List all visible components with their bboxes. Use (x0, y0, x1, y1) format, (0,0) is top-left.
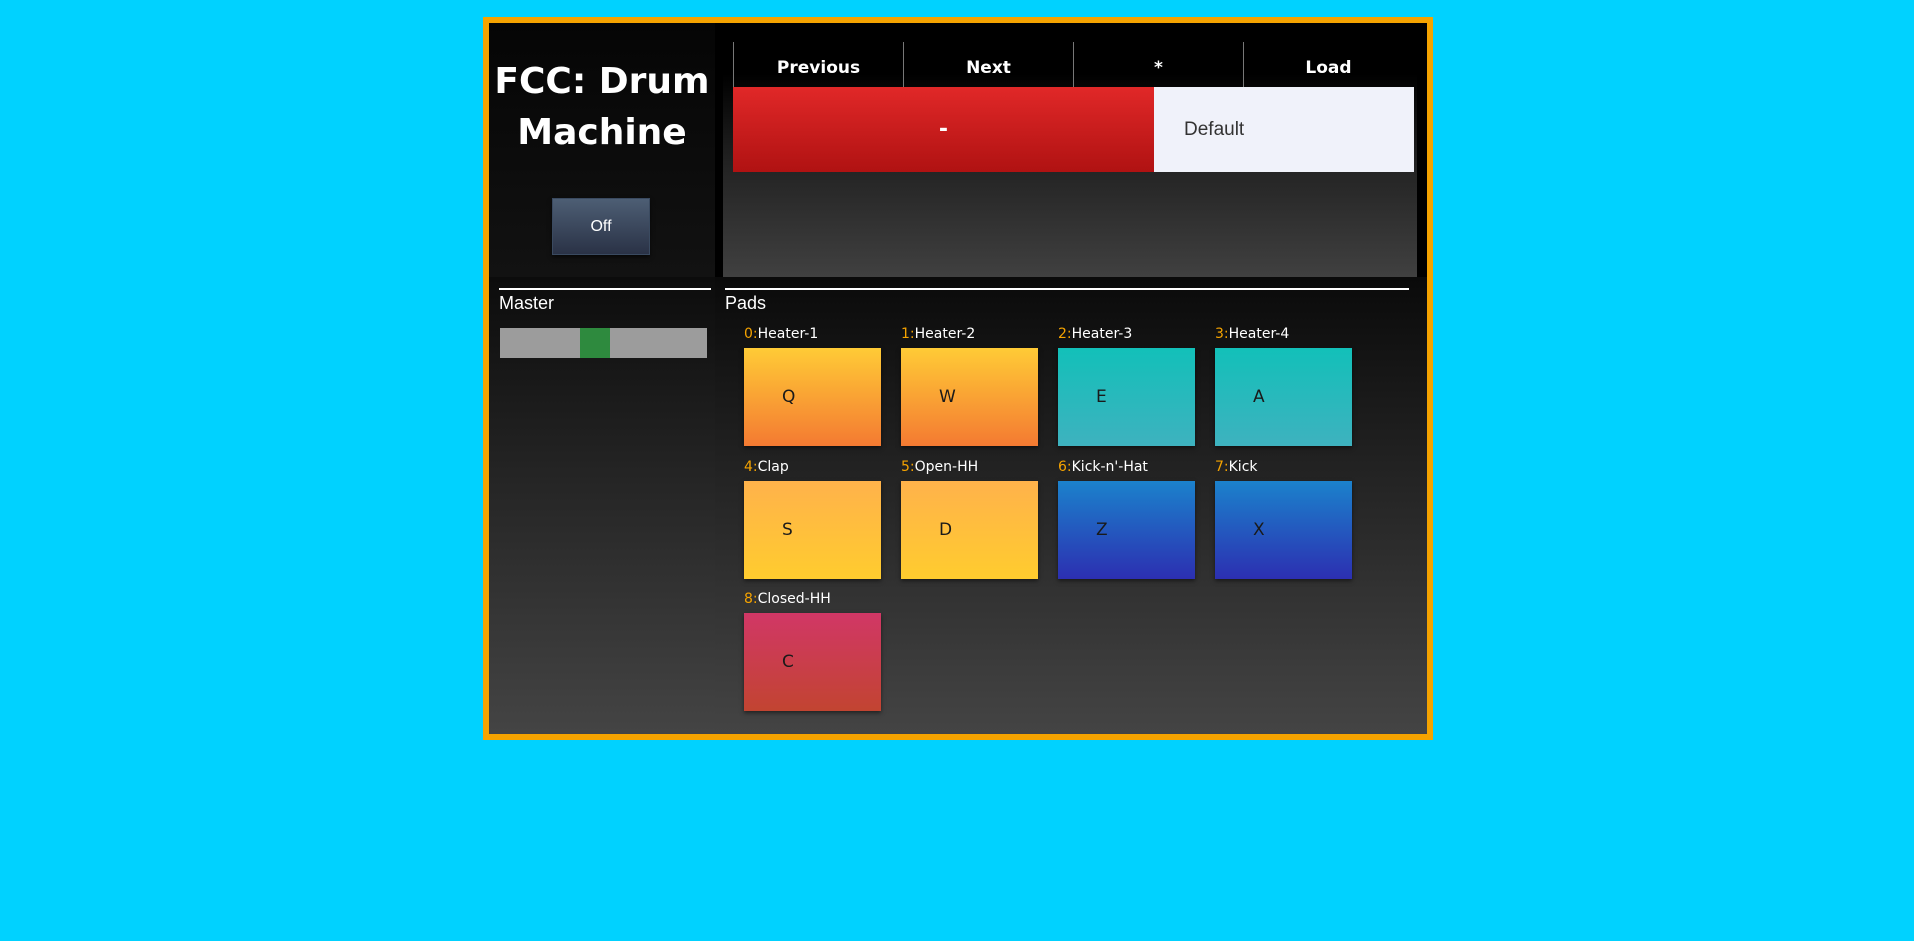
pad-cell: 6:Kick-n'-Hat Z (1058, 459, 1195, 579)
pad-cell: 7:Kick X (1215, 459, 1352, 579)
next-button[interactable]: Next (903, 42, 1073, 87)
kit-name-display: Default (1154, 87, 1414, 172)
pad-index: 3: (1215, 326, 1229, 342)
pad-name: Kick-n'-Hat (1071, 459, 1148, 475)
drum-machine-app: FCC: Drum Machine Off Master Previous Ne… (483, 17, 1433, 740)
load-button[interactable]: Load (1243, 42, 1413, 87)
pad-cell: 8:Closed-HH C (744, 591, 881, 711)
pad-key: Z (1096, 520, 1108, 540)
previous-button[interactable]: Previous (733, 42, 903, 87)
pad-key: Q (782, 387, 796, 407)
pad-index: 7: (1215, 459, 1229, 475)
master-volume-thumb[interactable] (580, 328, 610, 358)
pad-cell: 5:Open-HH D (901, 459, 1038, 579)
master-label: Master (499, 293, 555, 313)
pad-caption: 7:Kick (1215, 459, 1352, 479)
app-title: FCC: Drum Machine (494, 61, 710, 153)
pad-key: W (939, 387, 956, 407)
pad-key: E (1096, 387, 1107, 407)
pad-caption: 5:Open-HH (901, 459, 1038, 479)
drum-pad-x[interactable]: X (1215, 481, 1352, 579)
pads-panel: Pads 0:Heater-1 Q 1:Heater-2 W 2:Heater-… (715, 277, 1427, 734)
pad-caption: 1:Heater-2 (901, 326, 1038, 346)
pad-caption: 6:Kick-n'-Hat (1058, 459, 1195, 479)
pad-key: A (1253, 387, 1265, 407)
kit-panel: Previous Next * Load - Default (723, 23, 1417, 277)
pad-key: D (939, 520, 953, 540)
drum-pad-c[interactable]: C (744, 613, 881, 711)
pad-key: X (1253, 520, 1265, 540)
drum-pad-w[interactable]: W (901, 348, 1038, 446)
pad-cell: 4:Clap S (744, 459, 881, 579)
master-panel: Master (489, 277, 715, 734)
pad-index: 6: (1058, 459, 1072, 475)
pad-name: Kick (1228, 459, 1258, 475)
star-button[interactable]: * (1073, 42, 1243, 87)
pad-index: 4: (744, 459, 758, 475)
title-panel: FCC: Drum Machine Off (489, 23, 715, 277)
pad-cell: 2:Heater-3 E (1058, 326, 1195, 446)
pad-name: Clap (757, 459, 789, 475)
pad-name: Closed-HH (757, 591, 831, 607)
pad-index: 5: (901, 459, 915, 475)
kit-row: - Default (733, 87, 1414, 172)
pad-caption: 4:Clap (744, 459, 881, 479)
pad-name: Heater-1 (757, 326, 819, 342)
drum-pad-e[interactable]: E (1058, 348, 1195, 446)
master-divider (499, 288, 711, 290)
pads-label: Pads (725, 293, 767, 313)
pad-caption: 0:Heater-1 (744, 326, 881, 346)
drum-pad-d[interactable]: D (901, 481, 1038, 579)
pad-key: S (782, 520, 793, 540)
kit-toggle-button[interactable]: - (733, 87, 1154, 172)
pad-caption: 2:Heater-3 (1058, 326, 1195, 346)
pad-caption: 8:Closed-HH (744, 591, 881, 611)
kit-nav: Previous Next * Load (733, 42, 1413, 87)
pads-divider (725, 288, 1409, 290)
drum-pad-q[interactable]: Q (744, 348, 881, 446)
pad-cell: 1:Heater-2 W (901, 326, 1038, 446)
pad-index: 0: (744, 326, 758, 342)
pad-cell: 0:Heater-1 Q (744, 326, 881, 446)
pad-caption: 3:Heater-4 (1215, 326, 1352, 346)
drum-pad-z[interactable]: Z (1058, 481, 1195, 579)
master-volume-slider[interactable] (500, 328, 707, 358)
pad-name: Heater-3 (1071, 326, 1133, 342)
pad-index: 2: (1058, 326, 1072, 342)
drum-pad-s[interactable]: S (744, 481, 881, 579)
pad-name: Heater-4 (1228, 326, 1290, 342)
pad-name: Open-HH (914, 459, 979, 475)
pad-cell: 3:Heater-4 A (1215, 326, 1352, 446)
pad-index: 8: (744, 591, 758, 607)
pad-key: C (782, 652, 794, 672)
pad-name: Heater-2 (914, 326, 976, 342)
pad-index: 1: (901, 326, 915, 342)
drum-pad-a[interactable]: A (1215, 348, 1352, 446)
power-button[interactable]: Off (552, 198, 650, 255)
